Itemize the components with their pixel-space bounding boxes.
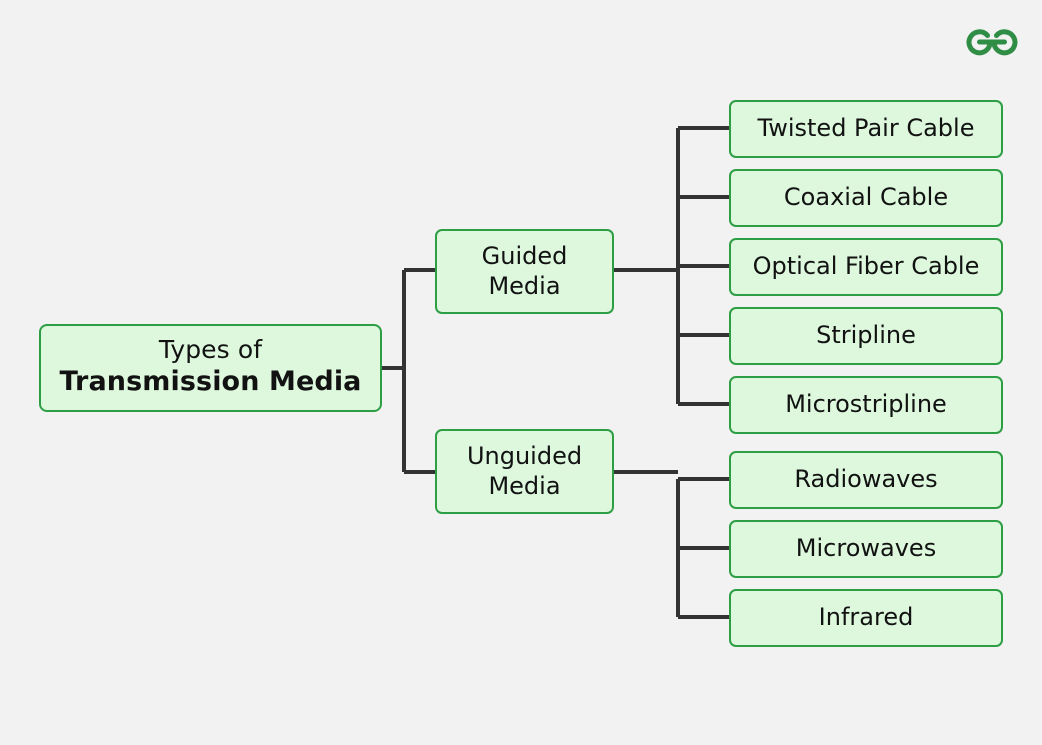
- leaf-label: Coaxial Cable: [783, 183, 949, 212]
- leaf-label: Microstripline: [785, 390, 947, 419]
- unguided-media-label-line2: Media: [488, 471, 561, 500]
- node-root[interactable]: Types of Transmission Media: [39, 324, 382, 412]
- root-label-line1: Types of: [158, 335, 263, 365]
- node-coaxial-cable[interactable]: Coaxial Cable: [729, 169, 1003, 227]
- guided-media-label-line2: Media: [488, 271, 561, 300]
- unguided-media-label-line1: Unguided: [466, 442, 583, 471]
- leaf-label: Stripline: [816, 321, 916, 350]
- leaf-label: Radiowaves: [794, 465, 938, 494]
- leaf-label: Infrared: [818, 603, 914, 632]
- root-label-line2: Transmission Media: [59, 365, 362, 397]
- leaf-label: Optical Fiber Cable: [752, 252, 980, 281]
- guided-media-label-line1: Guided: [481, 242, 568, 271]
- node-infrared[interactable]: Infrared: [729, 589, 1003, 647]
- node-microstripline[interactable]: Microstripline: [729, 376, 1003, 434]
- node-stripline[interactable]: Stripline: [729, 307, 1003, 365]
- leaf-label: Twisted Pair Cable: [757, 114, 975, 143]
- geeksforgeeks-logo: [966, 29, 1018, 56]
- leaf-label: Microwaves: [795, 534, 937, 563]
- node-radiowaves[interactable]: Radiowaves: [729, 451, 1003, 509]
- node-microwaves[interactable]: Microwaves: [729, 520, 1003, 578]
- transmission-media-diagram: Types of Transmission Media Guided Media…: [0, 0, 1042, 745]
- node-unguided-media[interactable]: Unguided Media: [435, 429, 614, 514]
- node-optical-fiber-cable[interactable]: Optical Fiber Cable: [729, 238, 1003, 296]
- node-guided-media[interactable]: Guided Media: [435, 229, 614, 314]
- node-twisted-pair-cable[interactable]: Twisted Pair Cable: [729, 100, 1003, 158]
